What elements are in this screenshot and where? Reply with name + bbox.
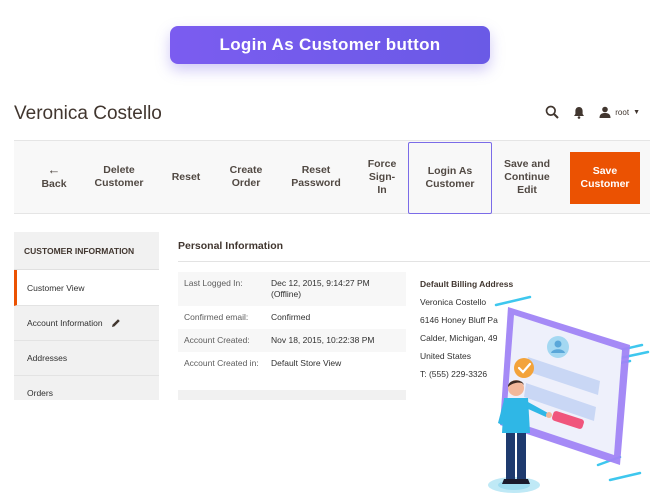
section-divider — [178, 261, 650, 262]
save-and-continue-button[interactable]: Save and Continue Edit — [498, 141, 556, 213]
sidebar-item-label: Account Information — [27, 318, 103, 328]
feature-banner-label: Login As Customer button — [219, 35, 441, 54]
row-label: Confirmed email: — [184, 312, 249, 322]
sidebar-item-label: Addresses — [27, 353, 68, 363]
sidebar-item-account-information[interactable]: Account Information — [14, 306, 159, 341]
section-title: Personal Information — [178, 240, 284, 252]
sidebar-item-label: Customer View — [27, 282, 85, 293]
check-badge-icon — [514, 358, 534, 378]
feature-banner: Login As Customer button — [170, 26, 490, 64]
screenshot-stage: Login As Customer button Veronica Costel… — [0, 0, 650, 500]
personal-info-table: Last Logged In: Dec 12, 2015, 9:14:27 PM… — [178, 272, 406, 375]
row-label: Last Logged In: — [184, 278, 243, 288]
table-row — [178, 390, 406, 400]
create-order-button[interactable]: Create Order — [220, 141, 272, 213]
row-label: Account Created in: — [184, 358, 259, 368]
sidebar-item-customer-view[interactable]: Customer View — [14, 270, 159, 306]
row-value: Nov 18, 2015, 10:22:38 PM — [271, 335, 375, 345]
row-value: Dec 12, 2015, 9:14:27 PM (Offline) — [271, 278, 370, 299]
user-icon — [599, 106, 611, 118]
sidebar-item-addresses[interactable]: Addresses — [14, 341, 159, 376]
bell-icon[interactable] — [573, 106, 585, 119]
sidebar-item-orders[interactable]: Orders — [14, 376, 159, 400]
row-value: Confirmed — [271, 312, 311, 322]
table-row: Account Created in: Default Store View — [178, 352, 406, 375]
chevron-down-icon: ▼ — [633, 108, 640, 116]
back-label: Back — [41, 177, 67, 190]
customer-sidebar: CUSTOMER INFORMATION Customer View Accou… — [14, 232, 159, 400]
reset-button[interactable]: Reset — [162, 141, 210, 213]
force-sign-in-button[interactable]: Force Sign- In — [360, 141, 404, 213]
login-illustration — [488, 295, 650, 493]
row-value: Default Store View — [271, 358, 342, 368]
action-toolbar: ← Back Delete Customer Reset Create Orde… — [14, 140, 650, 214]
back-button[interactable]: ← Back — [28, 141, 80, 213]
user-menu[interactable]: root ▼ — [599, 106, 640, 118]
header-tools: root ▼ — [545, 100, 640, 124]
search-icon[interactable] — [545, 105, 559, 119]
page-title: Veronica Costello — [14, 103, 162, 124]
row-label: Account Created: — [184, 335, 250, 345]
login-as-customer-button[interactable]: Login As Customer — [408, 142, 492, 214]
reset-password-button[interactable]: Reset Password — [282, 141, 350, 213]
sidebar-title: CUSTOMER INFORMATION — [14, 232, 159, 270]
sidebar-item-label: Orders — [27, 388, 53, 398]
delete-customer-button[interactable]: Delete Customer — [86, 141, 152, 213]
table-row: Account Created: Nov 18, 2015, 10:22:38 … — [178, 329, 406, 352]
user-label: root — [615, 107, 630, 117]
pencil-icon — [111, 318, 121, 328]
table-row: Confirmed email: Confirmed — [178, 306, 406, 329]
save-customer-button[interactable]: Save Customer — [570, 152, 640, 204]
table-row: Last Logged In: Dec 12, 2015, 9:14:27 PM… — [178, 272, 406, 306]
arrow-left-icon: ← — [47, 161, 61, 177]
billing-title: Default Billing Address — [420, 279, 514, 289]
